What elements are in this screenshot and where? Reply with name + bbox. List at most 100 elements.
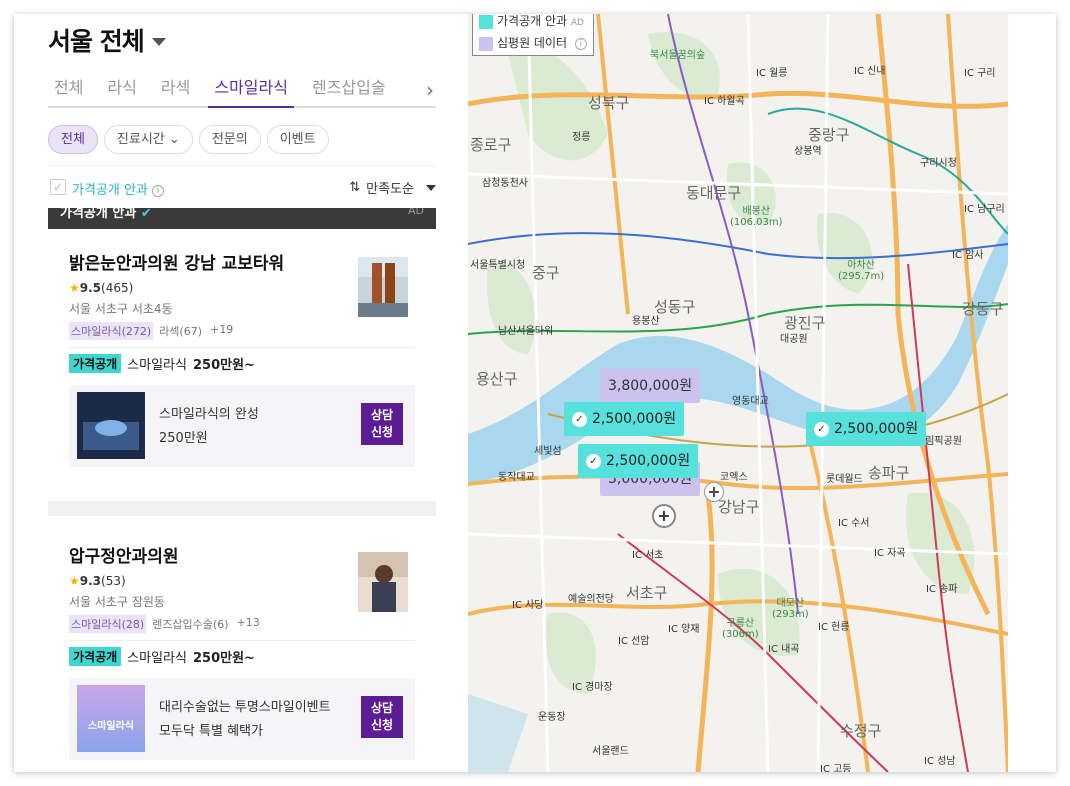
clinic-card[interactable]: 압구정안과의원 ★9.3(53) 서울 서초구 잠원동 스마일라식(28) 렌즈… [48, 516, 436, 772]
region-selector[interactable]: 서울 전체 [48, 22, 166, 58]
mountain-name: 배봉산 [742, 206, 771, 217]
promo-banner[interactable]: 스마일라식 대리수술없는 투명스마일이벤트 모두닥 특별 혜택가 상담 신청 [69, 678, 415, 760]
clinic-address: 서울 서초구 잠원동 [69, 595, 165, 609]
district-label: 송파구 [868, 464, 910, 482]
legend-label: 심평원 데이터 [497, 36, 568, 50]
clinic-photo[interactable] [358, 257, 408, 317]
clinic-list: 가격공개 안과 ✔ AD 밝은눈안과의원 강남 교보타워 ★9.5(465) 서… [48, 208, 436, 772]
consult-button[interactable]: 상담 신청 [361, 403, 403, 445]
place-label: 상봉역 [794, 146, 822, 157]
price-pin[interactable]: ✓ 2,500,000원 [806, 412, 927, 446]
divider [69, 347, 415, 348]
price-item: 스마일라식 [127, 358, 187, 373]
price-value: 250만원~ [192, 358, 255, 373]
clinic-rating: ★9.3(53) [69, 574, 126, 588]
promo-subtitle: 모두닥 특별 혜택가 [159, 724, 263, 739]
ic-label: IC 송파 [926, 584, 958, 595]
place-label: 영동대교 [732, 396, 769, 407]
ic-label: IC 사당 [512, 600, 544, 611]
price-pin[interactable]: ✓ 2,500,000원 [564, 402, 685, 436]
ic-label: IC 남구리 [964, 204, 1005, 215]
clinic-photo[interactable] [358, 552, 408, 612]
ic-label: IC 구리 [964, 68, 996, 79]
clinic-name[interactable]: 밝은눈안과의원 강남 교보타워 [69, 249, 284, 274]
price-badge: 가격공개 [69, 354, 122, 373]
pin-label: 2,500,000원 [606, 453, 691, 469]
promo-subtitle: 250만원 [159, 431, 208, 446]
caret-down-icon [151, 38, 166, 46]
mountain-height: (106.03m) [730, 217, 783, 228]
ic-label: IC 수서 [838, 518, 870, 529]
chip-hours-label: 진료시간 [116, 132, 165, 147]
clinic-address: 서울 서초구 서초4동 [69, 302, 173, 316]
map-view[interactable]: 성북구 종로구 동대문구 중랑구 중구 성동구 광진구 용산구 강동구 강남구 … [468, 14, 1008, 772]
hospital-marker-icon[interactable]: + [704, 482, 724, 502]
tab-lasik[interactable]: 라식 [101, 76, 142, 108]
chip-specialist[interactable]: 전문의 [198, 125, 261, 154]
tab-lasek[interactable]: 라섹 [155, 76, 196, 108]
ic-label: IC 헌릉 [818, 622, 850, 633]
promo-image [77, 392, 145, 459]
ic-label: IC 자곡 [874, 548, 906, 559]
tab-all[interactable]: 전체 [48, 76, 89, 108]
price-open-text: 가격공개 안과 [72, 183, 148, 198]
place-label: 북서울꿈의숲 [650, 50, 706, 61]
chip-event[interactable]: 이벤트 [266, 125, 329, 154]
pin-label: 2,500,000원 [834, 421, 919, 437]
place-label: 서울랜드 [592, 746, 629, 757]
tab-smile-lasik[interactable]: 스마일라식 [208, 76, 294, 108]
place-label: 운동장 [538, 712, 566, 723]
ic-label: IC 성남 [924, 756, 956, 767]
sort-dropdown[interactable]: ⇅ 만족도순 [349, 178, 436, 197]
info-icon[interactable]: i [151, 184, 164, 197]
clinic-rating: ★9.5(465) [69, 281, 133, 295]
clinic-name[interactable]: 압구정안과의원 [69, 542, 178, 567]
chip-hours[interactable]: 진료시간 ⌄ [103, 125, 193, 154]
sort-label: 만족도순 [366, 182, 414, 197]
price-open-checkbox[interactable]: ✓ [50, 179, 66, 195]
chip-all[interactable]: 전체 [48, 125, 98, 154]
clinic-card[interactable]: 밝은눈안과의원 강남 교보타워 ★9.5(465) 서울 서초구 서초4동 스마… [48, 229, 436, 501]
info-icon[interactable]: i [574, 37, 587, 50]
district-label: 강남구 [718, 498, 760, 516]
price-value: 250만원~ [192, 651, 255, 666]
promo-banner[interactable]: 스마일라식의 완성 250만원 상담 신청 [69, 385, 415, 467]
ic-label: IC 양재 [668, 624, 700, 635]
legend-swatch [479, 36, 493, 51]
price-item: 스마일라식 [127, 651, 187, 666]
mountain-height: (306m) [722, 629, 759, 640]
treatment-tags: 스마일라식(28) 렌즈삽입수술(6) +13 [69, 615, 262, 633]
filter-chips: 전체 진료시간 ⌄ 전문의 이벤트 [48, 125, 329, 154]
verified-icon: ✔ [140, 208, 152, 221]
rating-value: 9.5 [79, 281, 102, 295]
price-pin[interactable]: ✓ 2,500,000원 [578, 444, 699, 478]
district-label: 종로구 [470, 136, 512, 154]
place-label: 예술의전당 [568, 594, 614, 605]
tag: 스마일라식(272) [69, 322, 154, 340]
pin-label: 3,800,000원 [608, 378, 693, 394]
check-icon: ✓ [586, 453, 601, 469]
legend-swatch [479, 14, 493, 29]
legend-hira: 심평원 데이터 i [479, 33, 587, 53]
place-label: 삼청동천사 [482, 178, 528, 189]
pin-label: 2,500,000원 [592, 411, 677, 427]
map-right-gutter [1008, 14, 1056, 772]
price-pin[interactable]: 3,800,000원 [600, 369, 701, 403]
ic-label: IC 암사 [952, 250, 984, 261]
tab-lens-implant[interactable]: 렌즈삽입술 [306, 76, 392, 108]
price-open-label: 가격공개 안과 i [72, 179, 164, 198]
map-legend: 가격공개 안과 AD 심평원 데이터 i [472, 14, 594, 56]
app-frame: 서울 전체 전체 라식 라섹 스마일라식 렌즈삽입술 › 전체 진료시간 ⌄ 전… [14, 14, 1056, 772]
promo-title: 스마일라식의 완성 [159, 407, 259, 422]
place-label: 구리시청 [920, 158, 957, 169]
ic-label: IC 월릉 [756, 68, 788, 79]
hospital-marker-icon[interactable]: + [652, 504, 676, 528]
district-label: 성동구 [654, 298, 696, 316]
chevron-right-icon[interactable]: › [426, 78, 434, 102]
filter-row: ✓ 가격공개 안과 i ⇅ 만족도순 [48, 178, 436, 200]
mountain-label: 아차산 (295.7m) [838, 256, 884, 282]
region-title: 서울 전체 [48, 27, 145, 56]
consult-button[interactable]: 상담 신청 [361, 696, 403, 738]
place-label: 동작대교 [498, 472, 535, 483]
left-panel: 서울 전체 전체 라식 라섹 스마일라식 렌즈삽입술 › 전체 진료시간 ⌄ 전… [14, 14, 468, 772]
